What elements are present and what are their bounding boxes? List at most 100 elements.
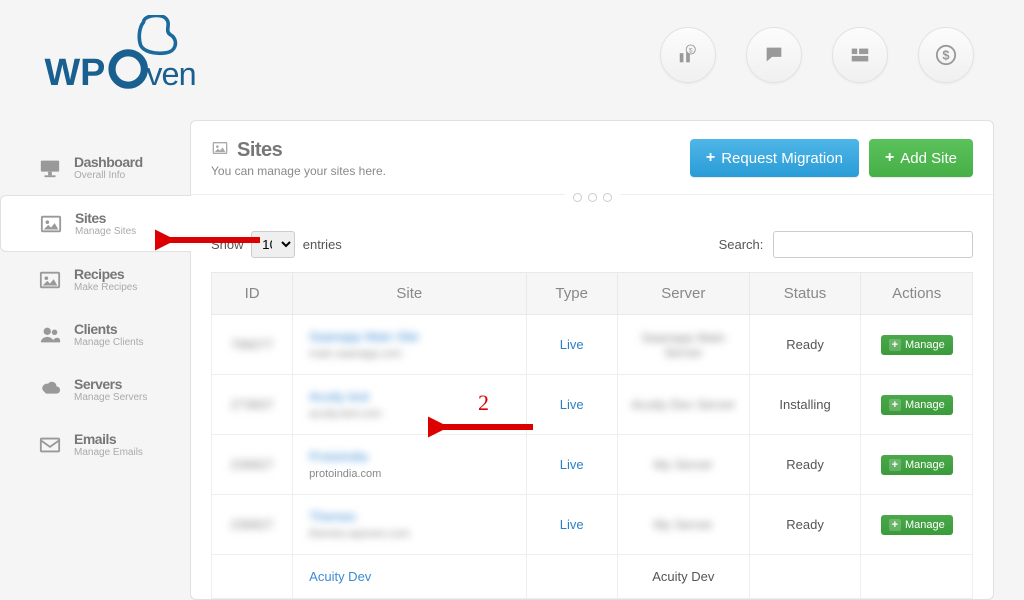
site-name-link[interactable]: Acuity Dev: [309, 569, 515, 584]
header-icon-group: $ $: [660, 27, 984, 83]
site-name-link[interactable]: Themes: [309, 509, 515, 524]
clients-icon: [38, 324, 62, 346]
cell-id: 796077: [212, 315, 293, 375]
header: WP ven $ $: [0, 0, 1024, 120]
sidebar-item-servers[interactable]: Servers Manage Servers: [0, 362, 190, 417]
main-layout: Dashboard Overall Info Sites Manage Site…: [0, 120, 1024, 600]
cell-actions: + Manage: [861, 315, 973, 375]
cell-site: Acuity Dev: [293, 555, 526, 599]
type-link[interactable]: Live: [560, 457, 584, 472]
col-type[interactable]: Type: [526, 273, 617, 315]
plus-icon: +: [885, 149, 894, 167]
page-size-select[interactable]: 10: [251, 231, 295, 258]
show-label: Show: [211, 237, 244, 252]
plus-icon: +: [706, 149, 715, 167]
manage-button[interactable]: +Manage: [881, 455, 953, 475]
chat-icon[interactable]: [746, 27, 802, 83]
logo[interactable]: WP ven: [40, 15, 220, 105]
cell-type: Live: [526, 375, 617, 435]
page-title: Sites: [237, 139, 282, 162]
table-row: 796077 Saanapp Main Site main.saanapp.com L…: [212, 315, 973, 375]
table-row: 236827Protoindiaprotoindia.com Live My Ser…: [212, 435, 973, 495]
logo-icon: WP ven: [40, 15, 220, 105]
entries-label: entries: [303, 237, 342, 252]
cell-site: Saanapp Main Site main.saanapp.com: [293, 315, 526, 375]
col-site[interactable]: Site: [293, 273, 526, 315]
plus-icon: +: [889, 519, 901, 531]
stats-icon[interactable]: $: [660, 27, 716, 83]
panel-icon[interactable]: [832, 27, 888, 83]
nav-title: Recipes: [74, 266, 137, 282]
cell-actions: +Manage: [861, 495, 973, 555]
sidebar-item-sites[interactable]: Sites Manage Sites: [0, 195, 191, 252]
svg-text:WP: WP: [45, 52, 106, 94]
entries-selector: Show 10 entries: [211, 231, 342, 258]
nav-title: Dashboard: [74, 154, 143, 170]
nav-sub: Manage Emails: [74, 447, 143, 458]
search-label: Search:: [719, 237, 764, 252]
plus-icon: +: [889, 399, 901, 411]
divider: [191, 194, 993, 213]
sidebar: Dashboard Overall Info Sites Manage Site…: [0, 120, 190, 600]
site-domain: main.saanapp.com: [309, 348, 515, 360]
dollar-icon[interactable]: $: [918, 27, 974, 83]
manage-label: Manage: [905, 339, 945, 351]
cell-status: Ready: [749, 435, 861, 495]
button-label: Request Migration: [721, 150, 843, 167]
col-status[interactable]: Status: [749, 273, 861, 315]
cell-status: Ready: [749, 315, 861, 375]
manage-label: Manage: [905, 399, 945, 411]
site-name-link[interactable]: Protoindia: [309, 449, 515, 464]
nav-title: Servers: [74, 376, 147, 392]
cell-site: Acuity testacuity.test.com: [293, 375, 526, 435]
search-box: Search:: [719, 231, 973, 258]
cell-site: Themes themes.wpoven.com: [293, 495, 526, 555]
cell-server: Acuity Dev Server: [617, 375, 749, 435]
table-row: 273607Acuity testacuity.test.com Live Acui…: [212, 375, 973, 435]
svg-text:$: $: [689, 47, 693, 54]
col-actions[interactable]: Actions: [861, 273, 973, 315]
page-title-icon: [211, 140, 229, 161]
table-header-row: ID Site Type Server Status Actions: [212, 273, 973, 315]
col-id[interactable]: ID: [212, 273, 293, 315]
cell-actions: + Manage: [861, 375, 973, 435]
type-link[interactable]: Live: [560, 397, 584, 412]
content-panel: Sites You can manage your sites here. + …: [190, 120, 994, 600]
cell-id: 273607: [212, 375, 293, 435]
emails-icon: [38, 434, 62, 456]
plus-icon: +: [889, 339, 901, 351]
cell-server: My Server: [617, 495, 749, 555]
sidebar-item-emails[interactable]: Emails Manage Emails: [0, 417, 190, 472]
request-migration-button[interactable]: + Request Migration: [690, 139, 859, 177]
type-link[interactable]: Live: [560, 337, 584, 352]
page-subtitle: You can manage your sites here.: [211, 164, 386, 178]
manage-button[interactable]: + Manage: [881, 335, 953, 355]
add-site-button[interactable]: + Add Site: [869, 139, 973, 177]
manage-button[interactable]: +Manage: [881, 515, 953, 535]
svg-text:ven: ven: [146, 56, 196, 92]
cell-id: 236827: [212, 495, 293, 555]
search-input[interactable]: [773, 231, 973, 258]
manage-button[interactable]: + Manage: [881, 395, 953, 415]
cell-server: Saanapp Main Server: [617, 315, 749, 375]
cell-actions: [861, 555, 973, 599]
site-domain: themes.wpoven.com: [309, 528, 515, 540]
cell-id: 236827: [212, 435, 293, 495]
recipes-icon: [38, 269, 62, 291]
table-row: 236827 Themes themes.wpoven.com Live My Serv…: [212, 495, 973, 555]
sidebar-item-recipes[interactable]: Recipes Make Recipes: [0, 252, 190, 307]
col-server[interactable]: Server: [617, 273, 749, 315]
sidebar-item-clients[interactable]: Clients Manage Clients: [0, 307, 190, 362]
nav-title: Emails: [74, 431, 143, 447]
cell-site: Protoindiaprotoindia.com: [293, 435, 526, 495]
dashboard-icon: [38, 157, 62, 179]
sites-table: ID Site Type Server Status Actions 79607…: [211, 272, 973, 599]
sidebar-item-dashboard[interactable]: Dashboard Overall Info: [0, 140, 190, 195]
cell-type: [526, 555, 617, 599]
cell-server: Acuity Dev: [617, 555, 749, 599]
svg-text:$: $: [942, 48, 949, 63]
cell-type: Live: [526, 495, 617, 555]
cell-server: My Server: [617, 435, 749, 495]
site-name-link[interactable]: Saanapp Main Site: [309, 329, 515, 344]
type-link[interactable]: Live: [560, 517, 584, 532]
